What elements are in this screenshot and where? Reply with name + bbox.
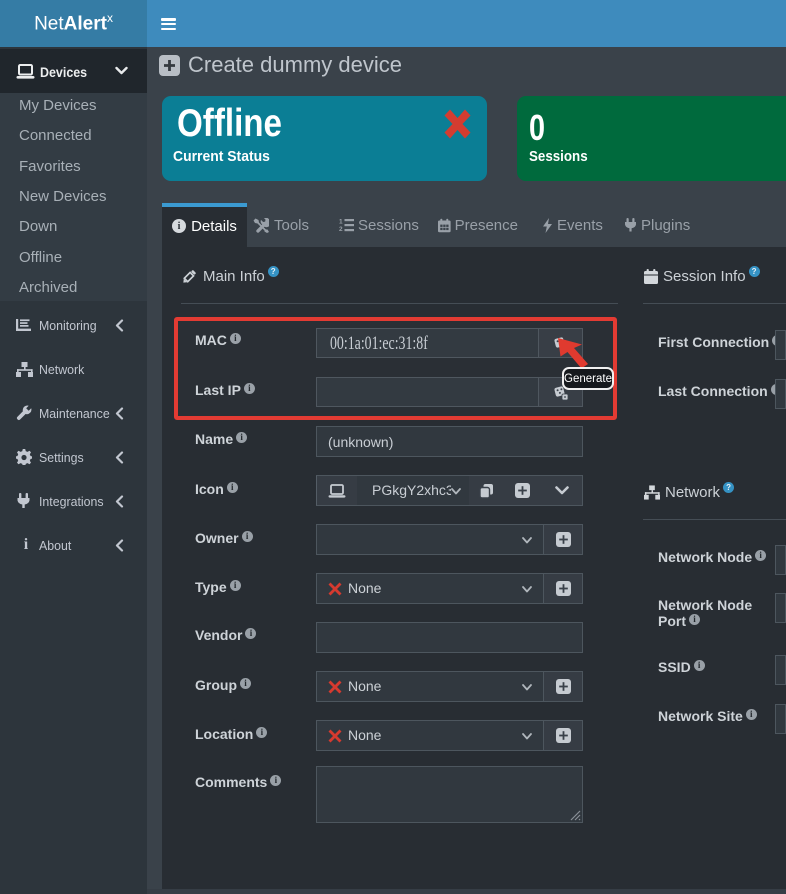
svg-text:1: 1 [339,219,343,226]
svg-text:2: 2 [339,226,343,232]
